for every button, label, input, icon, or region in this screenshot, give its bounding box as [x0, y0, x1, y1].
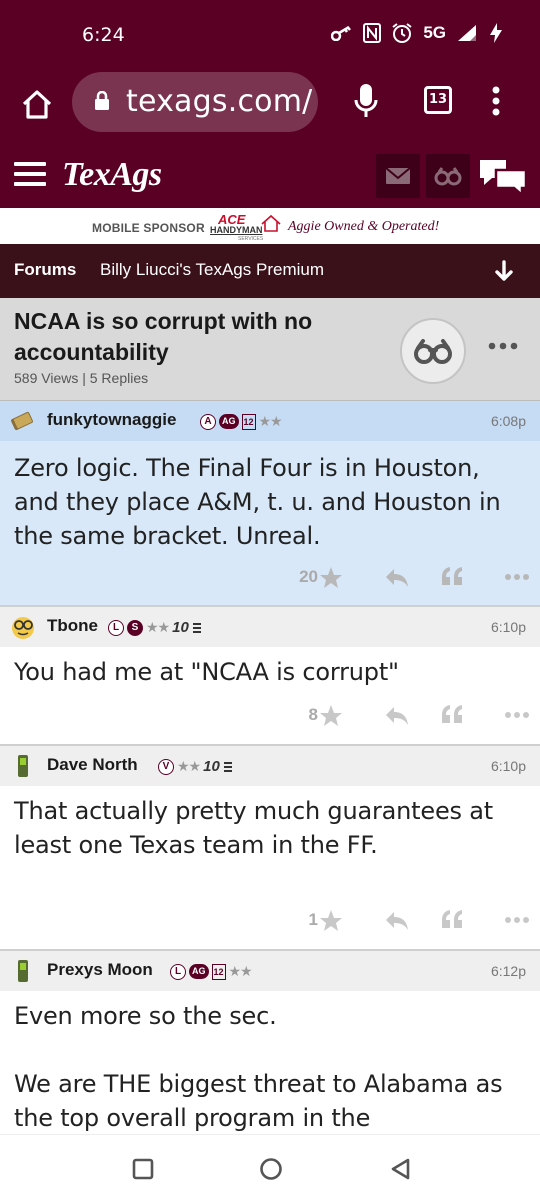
post-username[interactable]: Prexys Moon [47, 960, 153, 980]
browser-toolbar: texags.com/ 13 [0, 72, 540, 144]
quote-icon[interactable] [440, 565, 464, 587]
reply-icon[interactable] [384, 705, 410, 727]
mail-icon [385, 167, 411, 184]
microphone-icon[interactable] [354, 82, 378, 120]
forum-nav-bar: Forums Billy Liucci's TexAgs Premium [0, 244, 540, 298]
reply-icon[interactable] [384, 910, 410, 932]
arrow-down-icon[interactable] [494, 260, 514, 282]
quote-icon[interactable] [440, 908, 464, 930]
star-icon[interactable] [318, 908, 344, 934]
post-header: funkytownaggie A AG 12 ★★ 6:08p [0, 401, 540, 441]
star-count: 1 [308, 910, 318, 929]
system-nav-bar [0, 1134, 540, 1200]
post-time: 6:10p [490, 758, 526, 774]
star-count: 20 [299, 567, 318, 586]
url-text: texags.com/ [126, 84, 312, 119]
tab-switcher-button[interactable]: 13 [424, 86, 452, 114]
post-body: Even more so the sec. We are THE biggest… [14, 999, 528, 1134]
post-username[interactable]: Dave North [47, 755, 138, 775]
status-time: 6:24 [82, 24, 125, 46]
lock-icon [95, 91, 109, 110]
sponsor-banner[interactable]: MOBILE SPONSOR ACE HANDYMAN SERVICES Agg… [0, 208, 540, 244]
money-avatar-icon [11, 411, 33, 431]
house-icon [261, 214, 281, 232]
status-icons: 5G [331, 22, 504, 44]
phone-avatar-icon [18, 960, 28, 982]
network-type: 5G [423, 23, 446, 42]
post-username[interactable]: Tbone [47, 616, 98, 636]
post-body-line: Even more so the sec. [14, 1002, 277, 1030]
home-nav-icon[interactable] [259, 1157, 283, 1181]
reply-icon[interactable] [384, 567, 410, 589]
chat-bubbles-icon[interactable] [478, 156, 528, 196]
post-header: Prexys Moon L AG 12 ★★ 6:12p [0, 951, 540, 991]
star-icon[interactable] [318, 565, 344, 591]
post-time: 6:08p [490, 413, 526, 429]
home-icon[interactable] [20, 88, 54, 122]
messages-button[interactable] [376, 154, 420, 198]
face-avatar-icon [12, 617, 34, 639]
user-badges: L S ★★ 10 [108, 619, 202, 636]
thread-meta: 589 Views | 5 Replies [14, 370, 149, 386]
rank-bars-icon [223, 761, 232, 772]
post-more-icon[interactable] [504, 916, 530, 924]
overflow-menu-icon[interactable] [492, 86, 500, 116]
star-count: 8 [308, 705, 318, 724]
forums-link[interactable]: Forums [14, 260, 76, 280]
post-body: You had me at "NCAA is corrupt" [14, 658, 399, 686]
alarm-icon [392, 23, 412, 43]
recents-icon[interactable] [131, 1157, 155, 1181]
post-actions: 20 [278, 563, 540, 593]
post-header: Dave North V ★★ 10 6:10p [0, 746, 540, 786]
watch-list-button[interactable] [426, 154, 470, 198]
post-header: Tbone L S ★★ 10 6:10p [0, 607, 540, 647]
thread-title: NCAA is so corrupt with no accountabilit… [14, 308, 313, 365]
post-more-icon[interactable] [504, 573, 530, 581]
thread-more-icon[interactable] [488, 342, 518, 350]
quote-icon[interactable] [440, 703, 464, 725]
post: Tbone L S ★★ 10 6:10p You had me at "NCA… [0, 607, 540, 746]
nfc-icon [363, 23, 382, 43]
post-actions: 8 [278, 701, 540, 731]
back-icon[interactable] [389, 1157, 413, 1181]
binoculars-icon [414, 339, 452, 364]
post: Dave North V ★★ 10 6:10p That actually p… [0, 746, 540, 951]
post: funkytownaggie A AG 12 ★★ 6:08p Zero log… [0, 401, 540, 607]
sponsor-tagline: Aggie Owned & Operated! [288, 219, 440, 234]
rank-bars-icon [192, 622, 201, 633]
hamburger-menu-icon[interactable] [14, 162, 46, 186]
post-time: 6:10p [490, 619, 526, 635]
key-icon [331, 25, 352, 41]
user-badges: V ★★ 10 [158, 758, 233, 775]
status-bar: 6:24 5G [0, 0, 540, 72]
post-actions: 1 [278, 906, 540, 936]
user-badges: L AG 12 ★★ [170, 963, 253, 980]
phone-avatar-icon [18, 755, 28, 777]
post-body: Zero logic. The Final Four is in Houston… [14, 454, 501, 550]
post-more-icon[interactable] [504, 711, 530, 719]
post-username[interactable]: funkytownaggie [47, 410, 176, 430]
address-bar[interactable]: texags.com/ [72, 72, 318, 132]
watch-thread-button[interactable] [400, 318, 466, 384]
post: Prexys Moon L AG 12 ★★ 6:12p Even more s… [0, 951, 540, 1134]
sponsor-logo: ACE HANDYMAN SERVICES [208, 212, 282, 242]
sponsor-label: MOBILE SPONSOR [92, 221, 205, 235]
board-link[interactable]: Billy Liucci's TexAgs Premium [100, 260, 324, 280]
battery-charging-icon [490, 23, 502, 43]
site-header: TexAgs [0, 144, 540, 208]
user-badges: A AG 12 ★★ [200, 413, 283, 430]
star-icon[interactable] [318, 703, 344, 729]
signal-icon [458, 25, 476, 41]
post-time: 6:12p [490, 963, 526, 979]
post-body-line: We are THE biggest threat to Alabama as … [14, 1070, 503, 1132]
site-logo[interactable]: TexAgs [62, 156, 162, 194]
binoculars-icon [434, 167, 462, 186]
thread-header: NCAA is so corrupt with no accountabilit… [0, 298, 540, 401]
post-body: That actually pretty much guarantees at … [14, 797, 493, 859]
